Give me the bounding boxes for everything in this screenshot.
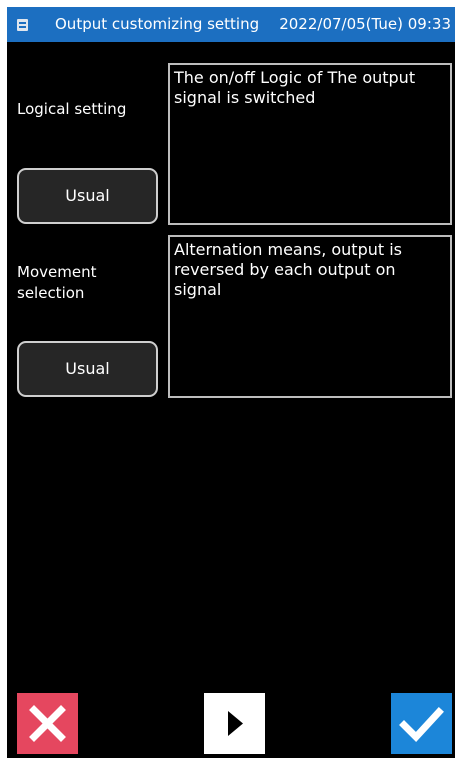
check-icon xyxy=(399,707,444,743)
play-icon xyxy=(228,711,243,736)
logical-setting-button[interactable]: Usual xyxy=(17,168,158,224)
logical-setting-description: The on/off Logic of The output signal is… xyxy=(168,63,452,225)
logical-setting-label: Logical setting xyxy=(17,100,127,118)
date-time: 2022/07/05(Tue) 09:33 xyxy=(279,15,451,33)
close-icon xyxy=(29,705,66,742)
movement-selection-button[interactable]: Usual xyxy=(17,341,158,397)
movement-selection-label: Movement selection xyxy=(17,263,97,302)
page-title: Output customizing setting xyxy=(55,15,260,33)
screen: Output customizing setting 2022/07/05(Tu… xyxy=(7,7,455,758)
next-button[interactable] xyxy=(204,693,265,754)
app-menu-icon[interactable] xyxy=(17,19,28,31)
title-bar: Output customizing setting 2022/07/05(Tu… xyxy=(7,7,455,42)
ok-button[interactable] xyxy=(391,693,452,754)
movement-selection-description: Alternation means, output is reversed by… xyxy=(168,235,452,398)
cancel-button[interactable] xyxy=(17,693,78,754)
